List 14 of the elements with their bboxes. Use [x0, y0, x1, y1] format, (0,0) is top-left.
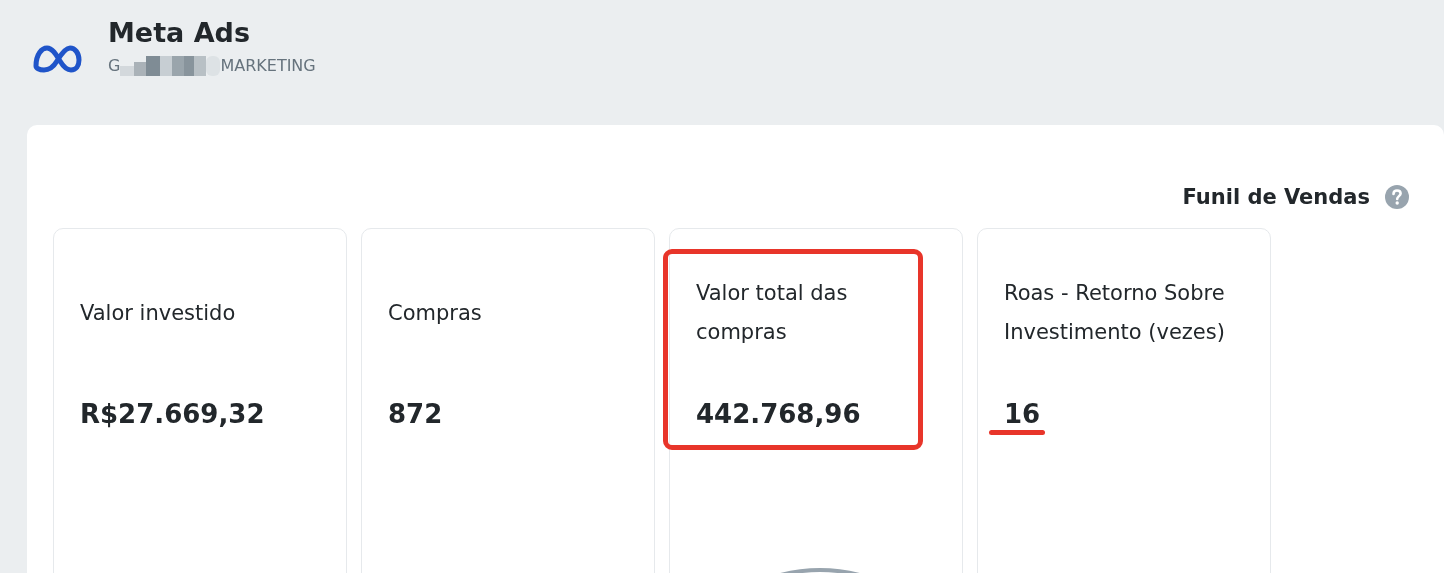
section-title: Funil de Vendas — [1182, 184, 1370, 209]
metric-value: 872 — [388, 398, 443, 431]
metric-value: 16 — [1004, 398, 1041, 431]
account-name: G — [108, 56, 121, 76]
metric-value: R$27.669,32 — [80, 398, 265, 431]
metric-label: Roas - Retorno Sobre Investimento (vezes) — [1004, 280, 1226, 346]
metric-label: Valor total das compras — [696, 280, 849, 346]
redaction-icon — [120, 56, 221, 76]
app-title: Meta Ads — [108, 16, 251, 50]
help-icon[interactable] — [1384, 183, 1410, 210]
account-name: MARKETING — [220, 56, 316, 76]
metric-label: Valor investido — [80, 299, 236, 327]
metric-value: 442.768,96 — [696, 398, 861, 431]
metric-label: Compras — [388, 299, 482, 327]
